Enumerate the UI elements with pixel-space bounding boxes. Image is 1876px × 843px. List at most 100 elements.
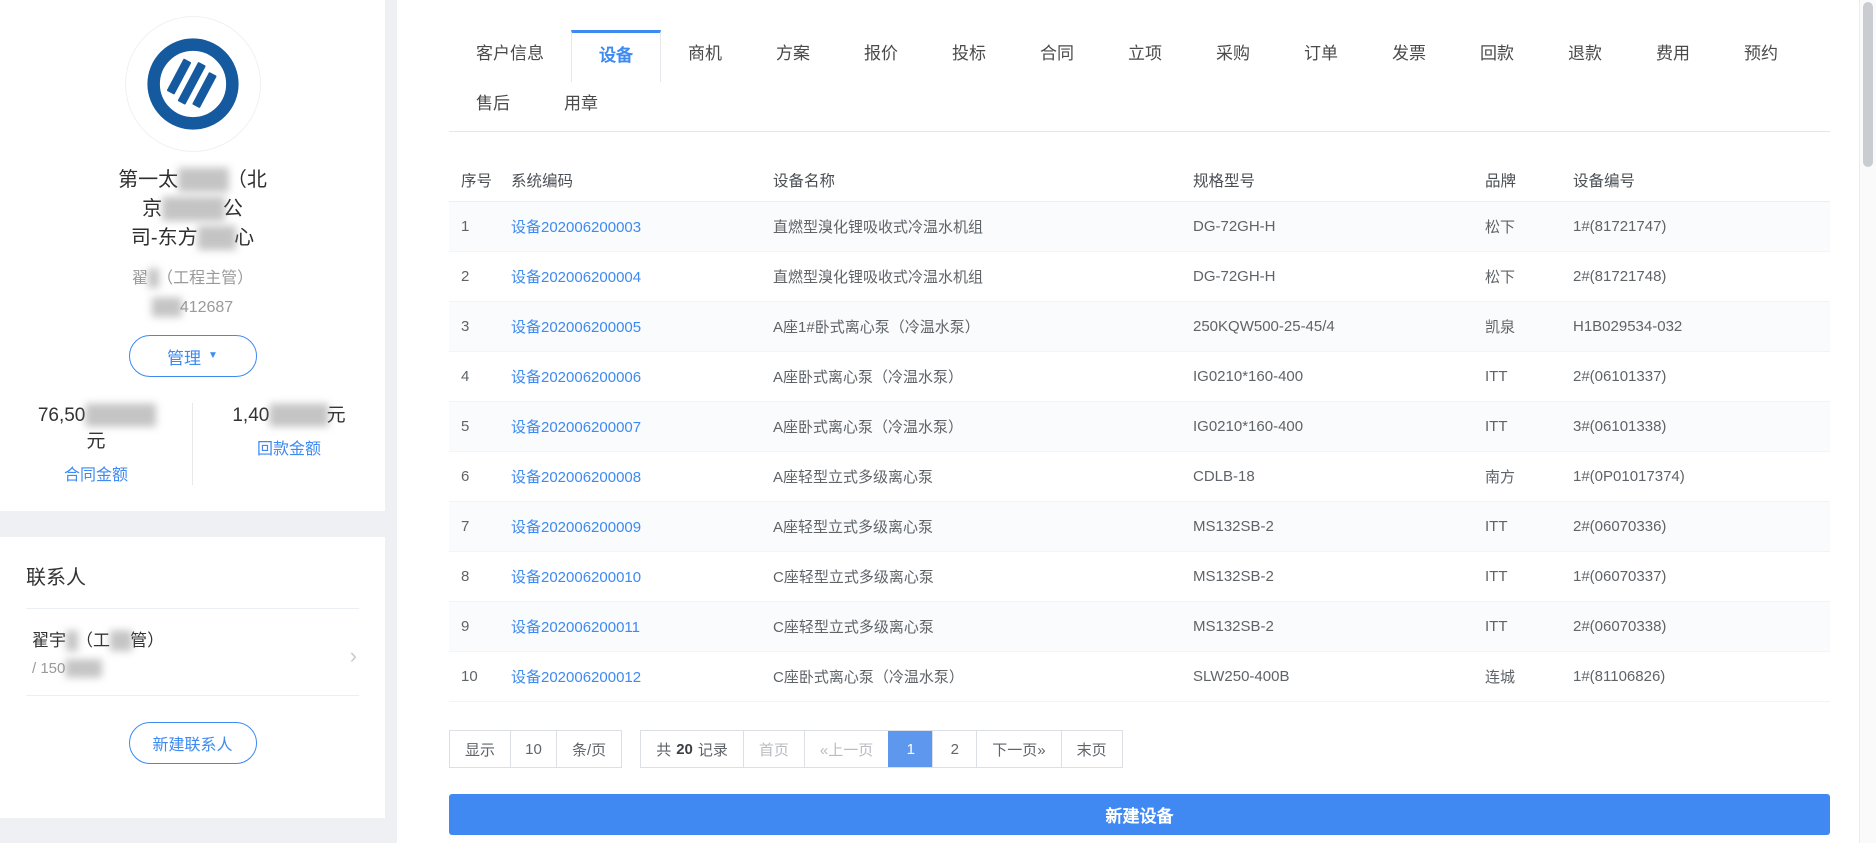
phone-line: ███412687 (151, 299, 234, 316)
device-code-link[interactable]: 设备202006200005 (511, 319, 641, 336)
tab-purchasing[interactable]: 采购 (1189, 30, 1277, 82)
device-brand: 松下 (1485, 219, 1516, 236)
table-row: 1 设备202006200003 直燃型溴化锂吸收式冷温水机组 DG-72GH-H 松下… (449, 202, 1830, 252)
device-brand: ITT (1485, 568, 1508, 585)
tab-after-sales[interactable]: 售后 (449, 82, 537, 131)
device-code-link[interactable]: 设备202006200011 (511, 619, 640, 636)
device-name: A座轻型立式多级离心泵 (773, 519, 934, 536)
avatar (124, 16, 261, 152)
tab-contracts[interactable]: 合同 (1013, 30, 1101, 82)
device-number: H1B029534-032 (1573, 318, 1683, 335)
table-row: 5 设备202006200007 A座卧式离心泵（冷温水泵） IG0210*160-4… (449, 402, 1830, 452)
redacted-text: ████ (65, 660, 101, 677)
tab-refunds[interactable]: 退款 (1541, 30, 1629, 82)
amount-stats: 76,50██████ 元 合同金额 1,40█████元 回款金额 (0, 403, 385, 511)
tab-solutions[interactable]: 方案 (749, 30, 837, 82)
tab-bids[interactable]: 投标 (925, 30, 1013, 82)
tab-invoices[interactable]: 发票 (1365, 30, 1453, 82)
row-no: 10 (461, 668, 478, 685)
payment-amount-link[interactable]: 回款金额 (199, 435, 379, 459)
header-device-no: 设备编号 (1573, 172, 1636, 190)
table-row: 7 设备202006200009 A座轻型立式多级离心泵 MS132SB-2 ITT 2#… (449, 502, 1830, 552)
device-code-link[interactable]: 设备202006200007 (511, 419, 641, 436)
device-number: 3#(06101338) (1573, 418, 1667, 435)
pagination-page-1[interactable]: 1 (888, 731, 933, 767)
device-model: IG0210*160-400 (1193, 418, 1304, 435)
customer-sidebar: 第一太████（北 京█████公 司-东方███心 翟█（工程主管） ███4… (0, 0, 385, 843)
pagination-first[interactable]: 首页 (742, 731, 804, 767)
device-brand: 松下 (1485, 269, 1516, 286)
device-code-link[interactable]: 设备202006200008 (511, 469, 641, 486)
table-row: 4 设备202006200006 A座卧式离心泵（冷温水泵） IG0210*160-4… (449, 352, 1830, 402)
tab-devices[interactable]: 设备 (571, 30, 661, 82)
device-code-link[interactable]: 设备202006200006 (511, 369, 641, 386)
tab-customer-info[interactable]: 客户信息 (449, 30, 571, 82)
redacted-text: ██ (110, 631, 132, 650)
device-brand: ITT (1485, 518, 1508, 535)
tab-seals[interactable]: 用章 (537, 82, 625, 131)
pagination-total: 共 20 记录 (641, 731, 743, 767)
new-contact-button[interactable]: 新建联系人 (128, 722, 257, 764)
device-number: 1#(06070337) (1573, 568, 1667, 585)
redacted-text: █ (147, 270, 159, 287)
table-row: 2 设备202006200004 直燃型溴化锂吸收式冷温水机组 DG-72GH-H 松下… (449, 252, 1830, 302)
company-logo (146, 38, 239, 130)
contact-phone: / 150████ (32, 660, 102, 677)
tab-quotes[interactable]: 报价 (837, 30, 925, 82)
tab-appointments[interactable]: 预约 (1717, 30, 1805, 82)
device-number: 1#(81721747) (1573, 218, 1667, 235)
scrollbar-thumb[interactable] (1863, 2, 1873, 167)
device-name: C座轻型立式多级离心泵 (773, 619, 934, 636)
device-number: 1#(81106826) (1573, 668, 1666, 685)
device-model: DG-72GH-H (1193, 268, 1276, 285)
new-device-button[interactable]: 新建设备 (449, 794, 1830, 835)
device-brand: ITT (1485, 418, 1508, 435)
tabs-row-1: 客户信息 设备 商机 方案 报价 投标 合同 立项 采购 订单 发票 回款 退款 费用 预约 (449, 30, 1830, 82)
tab-expenses[interactable]: 费用 (1629, 30, 1717, 82)
contract-amount-value: 76,50██████ 元 (37, 405, 156, 452)
section-divider (0, 818, 385, 843)
pagination-last[interactable]: 末页 (1060, 731, 1122, 767)
table-row: 10 设备202006200012 C座卧式离心泵（冷温水泵） SLW250-400B… (449, 652, 1830, 702)
device-number: 2#(06070336) (1573, 518, 1667, 535)
device-code-link[interactable]: 设备202006200012 (511, 669, 641, 686)
contact-list-item[interactable]: 翟宇█（工██管） / 150████ › (26, 609, 359, 696)
pager-group: 共 20 记录 首页 «上一页 1 2 下一页» 末页 (640, 730, 1123, 768)
redacted-text: █████ (269, 405, 328, 426)
page-size-select[interactable]: 10 (510, 731, 557, 767)
device-model: IG0210*160-400 (1193, 368, 1304, 385)
contacts-card: 联系人 翟宇█（工██管） / 150████ › 新建联系人 (0, 537, 385, 764)
tab-opportunities[interactable]: 商机 (661, 30, 749, 82)
table-row: 3 设备202006200005 A座1#卧式离心泵（冷温水泵） 250KQW500-… (449, 302, 1830, 352)
row-no: 8 (461, 568, 470, 585)
page-size-label: 显示 (450, 731, 511, 767)
tab-payments[interactable]: 回款 (1453, 30, 1541, 82)
manage-button[interactable]: 管理 ▼ (128, 335, 257, 377)
scrollbar[interactable] (1859, 0, 1876, 843)
device-name: C座卧式离心泵（冷温水泵） (773, 669, 964, 686)
device-model: DG-72GH-H (1193, 218, 1276, 235)
device-code-link[interactable]: 设备202006200003 (511, 219, 641, 236)
device-name: A座1#卧式离心泵（冷温水泵） (773, 319, 980, 336)
tab-projects[interactable]: 立项 (1101, 30, 1189, 82)
pagination-page-2[interactable]: 2 (932, 731, 977, 767)
pagination-next-anchor[interactable]: 下一页» (976, 731, 1061, 767)
device-code-link[interactable]: 设备202006200004 (511, 269, 641, 286)
caret-down-icon: ▼ (208, 350, 218, 361)
device-brand: 南方 (1485, 469, 1516, 486)
device-model: MS132SB-2 (1193, 518, 1274, 535)
header-no: 序号 (461, 172, 493, 190)
device-name: A座轻型立式多级离心泵 (773, 469, 934, 486)
contract-amount-stat: 76,50██████ 元 合同金额 (0, 403, 192, 485)
tab-orders[interactable]: 订单 (1277, 30, 1365, 82)
contract-amount-link[interactable]: 合同金额 (6, 461, 186, 485)
header-name: 设备名称 (773, 172, 836, 190)
payment-amount-stat: 1,40█████元 回款金额 (192, 403, 385, 485)
page-size-group: 显示 10 条/页 (449, 730, 623, 768)
device-code-link[interactable]: 设备202006200010 (511, 569, 641, 586)
device-table: 序号 系统编码 设备名称 规格型号 品牌 设备编号 1 设备20200620000… (449, 158, 1830, 702)
device-code-link[interactable]: 设备202006200009 (511, 519, 641, 536)
redacted-text: ████ (178, 169, 229, 191)
section-divider (0, 511, 385, 537)
pagination-prev[interactable]: «上一页 (803, 731, 889, 767)
